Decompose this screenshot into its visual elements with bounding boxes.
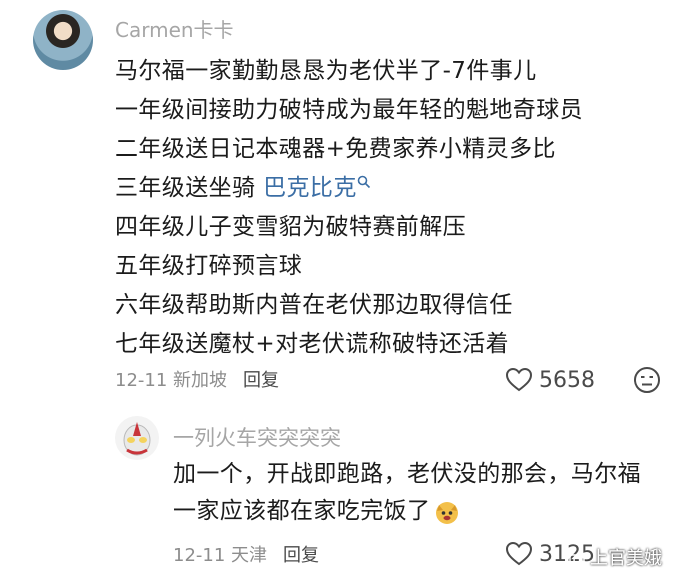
dislike-face-icon[interactable] — [633, 366, 661, 394]
comment-body: 马尔福一家勤勤恳恳为老伏半了-7件事儿 一年级间接助力破特成为最年轻的魁地奇球员… — [115, 52, 583, 364]
heart-icon — [505, 367, 533, 392]
comment-line: 五年级打碎预言球 — [115, 253, 303, 279]
watermark-text: 上官美娥 — [590, 548, 662, 569]
comment-line-with-link: 三年级送坐骑 巴克比克 — [115, 169, 583, 208]
comment-line: 六年级帮助斯内普在老伏那边取得信任 — [115, 292, 513, 318]
search-link-text[interactable]: 巴克比克 — [263, 175, 357, 201]
comment-line: 二年级送日记本魂器+免费家养小精灵多比 — [115, 136, 556, 162]
comment-meta: 12-11 新加坡 回复 — [115, 366, 279, 392]
reply-meta: 12-11 天津 回复 — [173, 541, 319, 567]
search-link[interactable]: 巴克比克 — [263, 175, 371, 201]
reply-line: 一家应该都在家吃完饭了 — [173, 498, 431, 524]
comment-line: 三年级送坐骑 — [115, 175, 256, 201]
watermark: 上官美娥 — [568, 544, 662, 570]
replier-avatar[interactable] — [115, 416, 159, 460]
reply-line-with-emoji: 一家应该都在家吃完饭了 — [173, 493, 673, 530]
search-icon — [357, 175, 370, 189]
comment-date: 12-11 — [115, 370, 168, 391]
ultraman-avatar-icon — [123, 422, 151, 456]
replier-username[interactable]: 一列火车突突突突 — [173, 422, 341, 452]
comment-line: 四年级儿子变雪貂为破特赛前解压 — [115, 214, 466, 240]
heart-icon — [505, 541, 533, 566]
like-button[interactable]: 5658 — [505, 367, 595, 393]
comment-line: 马尔福一家勤勤恳恳为老伏半了-7件事儿 — [115, 58, 537, 84]
reply-button[interactable]: 回复 — [243, 366, 279, 392]
comment-line: 一年级间接助力破特成为最年轻的魁地奇球员 — [115, 97, 583, 123]
camera-icon — [569, 554, 585, 566]
like-count: 5658 — [539, 367, 595, 393]
dog-emoji-icon — [436, 501, 459, 524]
reply-body: 加一个，开战即跑路，老伏没的那会，马尔福 一家应该都在家吃完饭了 — [173, 456, 673, 530]
reply-reply-button[interactable]: 回复 — [283, 541, 319, 567]
commenter-username[interactable]: Carmen卡卡 — [115, 14, 234, 43]
comment-line: 七年级送魔杖+对老伏谎称破特还活着 — [115, 331, 510, 357]
commenter-avatar[interactable] — [33, 10, 93, 70]
reply-line: 加一个，开战即跑路，老伏没的那会，马尔福 — [173, 461, 641, 487]
reply-date: 12-11 — [173, 545, 226, 566]
reply-location: 天津 — [231, 545, 268, 566]
comment-location: 新加坡 — [173, 370, 228, 391]
